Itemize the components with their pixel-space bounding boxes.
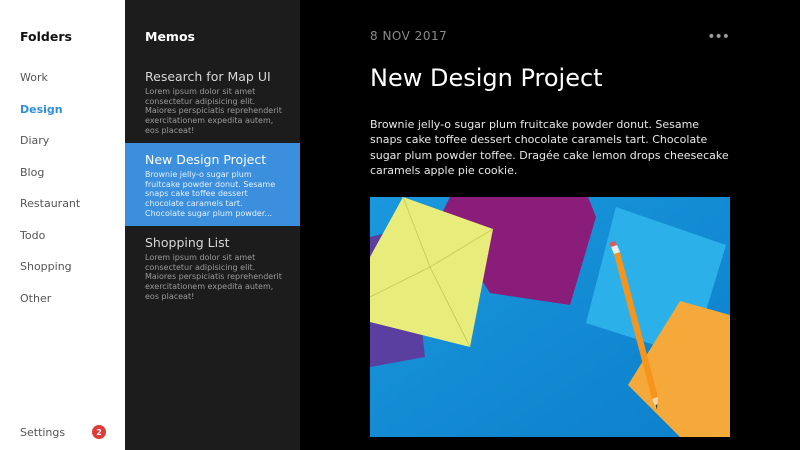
- folder-list: Work Design Diary Blog Restaurant Todo S…: [20, 71, 80, 323]
- folder-item-diary[interactable]: Diary: [20, 134, 80, 166]
- memo-preview: Lorem ipsum dolor sit amet consectetur a…: [145, 253, 282, 301]
- memo-title: New Design Project: [145, 152, 267, 167]
- folder-item-blog[interactable]: Blog: [20, 166, 80, 198]
- memo-item-new-design-project[interactable]: New Design Project Brownie jelly-o sugar…: [125, 143, 300, 226]
- memo-detail-body: Brownie jelly-o sugar plum fruitcake pow…: [370, 118, 729, 177]
- memo-item-research-map-ui[interactable]: Research for Map UI Lorem ipsum dolor si…: [125, 60, 300, 143]
- memos-panel: Memos Research for Map UI Lorem ipsum do…: [125, 0, 300, 450]
- folder-item-work[interactable]: Work: [20, 71, 80, 103]
- memo-list: Research for Map UI Lorem ipsum dolor si…: [125, 60, 300, 309]
- settings-label: Settings: [20, 425, 66, 439]
- folder-item-shopping[interactable]: Shopping: [20, 260, 80, 292]
- folder-item-other[interactable]: Other: [20, 292, 80, 324]
- memo-title: Research for Map UI: [145, 69, 271, 84]
- memo-title: Shopping List: [145, 235, 230, 250]
- memo-date: 8 NOV 2017: [370, 29, 448, 43]
- envelopes-and-pencil-photo: [370, 197, 730, 437]
- settings-button[interactable]: Settings 2: [20, 425, 106, 439]
- notes-app: Folders Work Design Diary Blog Restauran…: [0, 0, 800, 450]
- memo-preview: Lorem ipsum dolor sit amet consectetur a…: [145, 87, 282, 135]
- memo-detail-title: New Design Project: [370, 64, 603, 92]
- folder-item-design[interactable]: Design: [20, 103, 80, 135]
- folder-item-todo[interactable]: Todo: [20, 229, 80, 261]
- folder-item-restaurant[interactable]: Restaurant: [20, 197, 80, 229]
- more-options-icon[interactable]: •••: [707, 29, 730, 45]
- folders-panel: Folders Work Design Diary Blog Restauran…: [0, 0, 125, 450]
- memo-detail: 8 NOV 2017 ••• New Design Project Browni…: [300, 0, 800, 450]
- memo-preview: Brownie jelly-o sugar plum fruitcake pow…: [145, 170, 276, 218]
- notification-badge: 2: [92, 425, 106, 439]
- folders-title: Folders: [20, 29, 72, 44]
- memos-title: Memos: [145, 29, 195, 44]
- memo-item-shopping-list[interactable]: Shopping List Lorem ipsum dolor sit amet…: [125, 226, 300, 309]
